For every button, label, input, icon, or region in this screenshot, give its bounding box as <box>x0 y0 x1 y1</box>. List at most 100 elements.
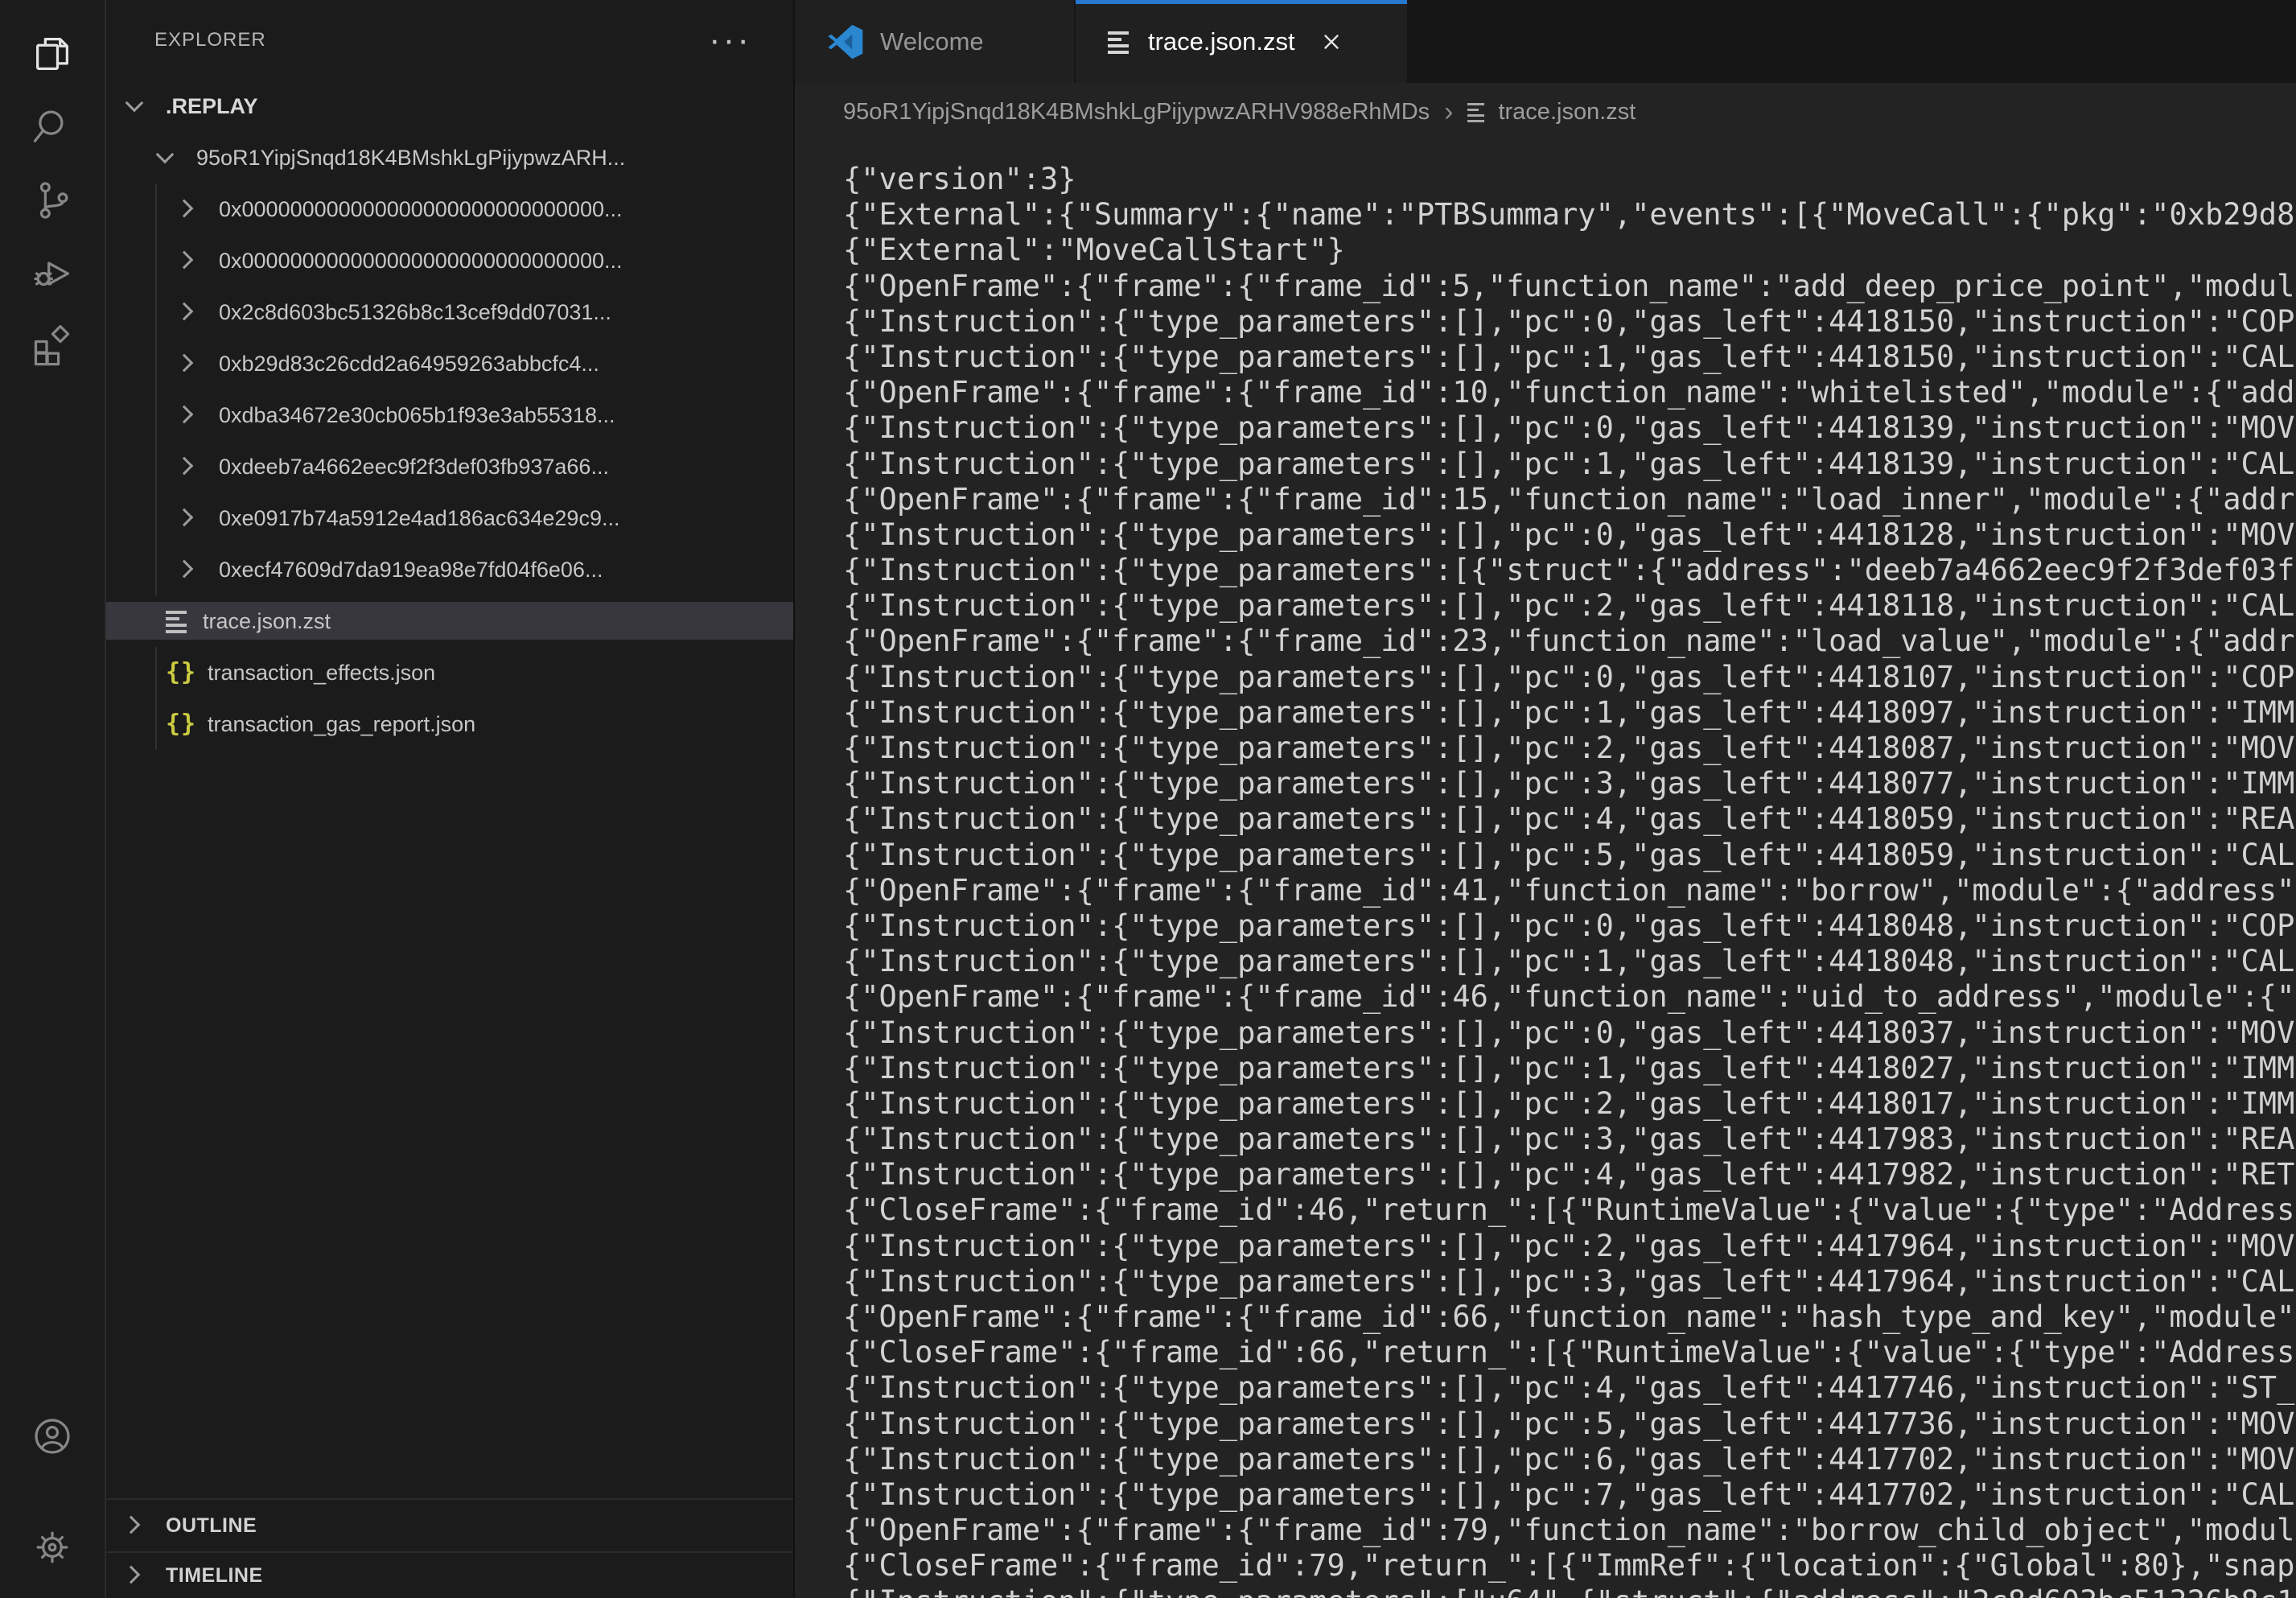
tab-welcome[interactable]: Welcome <box>795 0 1074 83</box>
editor-group: Welcome trace.json.zst 95oR1YipjSnqd18K4… <box>793 0 2296 1598</box>
code-line: {"External":"MoveCallStart"} <box>843 233 2296 268</box>
tab-trace-json-zst[interactable]: trace.json.zst <box>1076 0 1407 83</box>
tree-item-label: 0xecf47609d7da919ea98e7fd04f6e06... <box>219 558 603 583</box>
extensions-button[interactable] <box>29 325 76 372</box>
code-editor[interactable]: {"version":3}{"External":{"Summary":{"na… <box>795 141 2296 1598</box>
json-icon: {} <box>166 711 195 737</box>
tree-item-label: 95oR1YipjSnqd18K4BMshkLgPijypwzARH... <box>196 146 625 171</box>
code-line: {"Instruction":{"type_parameters":[],"pc… <box>843 1406 2296 1442</box>
breadcrumb-separator-icon: › <box>1444 97 1453 128</box>
files-icon <box>31 32 74 80</box>
tree-item-label: 0x000000000000000000000000000000... <box>219 197 623 222</box>
code-line: {"Instruction":{"type_parameters":[],"pc… <box>843 588 2296 624</box>
search-button[interactable] <box>29 105 76 152</box>
file-lines-icon <box>1467 101 1487 122</box>
tree-row[interactable]: {} transaction_effects.json <box>106 647 793 698</box>
timeline-section-header[interactable]: TIMELINE <box>106 1551 793 1598</box>
gear-icon <box>31 1526 74 1573</box>
tree-item-label: transaction_effects.json <box>208 661 435 686</box>
tree-row[interactable]: 0xdeeb7a4662eec9f2f3def03fb937a66... <box>106 441 793 492</box>
tree-row[interactable]: 0xe0917b74a5912e4ad186ac634e29c9... <box>106 492 793 544</box>
tree-row[interactable]: {} transaction_gas_report.json <box>106 698 793 750</box>
tree-row[interactable]: 0x000000000000000000000000000000... <box>106 235 793 286</box>
file-tree: .REPLAY 95oR1YipjSnqd18K4BMshkLgPijypwzA… <box>106 80 793 750</box>
explorer-sidebar: EXPLORER ··· .REPLAY 95oR1YipjSnqd18K4BM… <box>106 0 793 1598</box>
code-line: {"Instruction":{"type_parameters":[],"pc… <box>843 1051 2296 1086</box>
json-icon: {} <box>166 660 195 686</box>
code-line: {"OpenFrame":{"frame":{"frame_id":5,"fun… <box>843 269 2296 304</box>
tree-row[interactable]: .REPLAY <box>106 80 793 132</box>
code-line: {"Instruction":{"type_parameters":[],"pc… <box>843 908 2296 944</box>
code-line: {"Instruction":{"type_parameters":[],"pc… <box>843 1264 2296 1299</box>
chevron-icon <box>177 302 198 323</box>
extensions-icon <box>31 325 74 373</box>
source-control-icon <box>31 179 74 226</box>
code-line: {"CloseFrame":{"frame_id":46,"return_":[… <box>843 1192 2296 1228</box>
code-line: {"Instruction":{"type_parameters":[],"pc… <box>843 731 2296 766</box>
tree-row[interactable]: 0xecf47609d7da919ea98e7fd04f6e06... <box>106 544 793 595</box>
code-line: {"Instruction":{"type_parameters":[],"pc… <box>843 1370 2296 1406</box>
tree-item-label: 0x000000000000000000000000000000... <box>219 249 623 274</box>
code-line: {"Instruction":{"type_parameters":[],"pc… <box>843 695 2296 731</box>
explorer-title: EXPLORER <box>154 29 266 51</box>
code-line: {"OpenFrame":{"frame":{"frame_id":41,"fu… <box>843 873 2296 908</box>
debug-icon <box>31 252 74 299</box>
breadcrumb-folder[interactable]: 95oR1YipjSnqd18K4BMshkLgPijypwzARHV988eR… <box>843 99 1430 126</box>
tree-row[interactable]: 0xb29d83c26cdd2a64959263abbcfc4... <box>106 338 793 389</box>
source-control-button[interactable] <box>29 179 76 225</box>
code-line: {"Instruction":{"type_parameters":[],"pc… <box>843 660 2296 695</box>
tree-row[interactable]: 0xdba34672e30cb065b1f93e3ab55318... <box>106 389 793 441</box>
code-line: {"Instruction":{"type_parameters":[],"pc… <box>843 1442 2296 1477</box>
tree-item-label: 0xdeeb7a4662eec9f2f3def03fb937a66... <box>219 455 609 480</box>
code-line: {"Instruction":{"type_parameters":[],"pc… <box>843 1122 2296 1157</box>
breadcrumb: 95oR1YipjSnqd18K4BMshkLgPijypwzARHV988eR… <box>795 83 2296 141</box>
tab-strip: Welcome trace.json.zst <box>795 0 2296 83</box>
search-icon <box>31 105 74 153</box>
code-line: {"Instruction":{"type_parameters":[],"pc… <box>843 447 2296 482</box>
activity-bar <box>0 0 106 1598</box>
code-line: {"Instruction":{"type_parameters":[],"pc… <box>843 766 2296 801</box>
chevron-right-icon <box>124 1515 145 1536</box>
accounts-button[interactable] <box>29 1415 76 1461</box>
code-line: {"Instruction":{"type_parameters":[],"pc… <box>843 517 2296 553</box>
chevron-icon <box>177 405 198 426</box>
explorer-button[interactable] <box>29 32 76 79</box>
activity-bar-top <box>29 0 76 398</box>
code-line: {"Instruction":{"type_parameters":[],"pc… <box>843 304 2296 340</box>
chevron-icon <box>177 250 198 271</box>
code-line: {"OpenFrame":{"frame":{"frame_id":23,"fu… <box>843 624 2296 659</box>
code-line: {"Instruction":{"type_parameters":["u64"… <box>843 1584 2296 1598</box>
vscode-window: EXPLORER ··· .REPLAY 95oR1YipjSnqd18K4BM… <box>0 0 2296 1598</box>
tree-item-label: transaction_gas_report.json <box>208 712 475 737</box>
outline-section-header[interactable]: OUTLINE <box>106 1498 793 1551</box>
code-line: {"OpenFrame":{"frame":{"frame_id":66,"fu… <box>843 1299 2296 1335</box>
sidebar-sections: OUTLINE TIMELINE <box>106 1498 793 1598</box>
breadcrumb-file[interactable]: trace.json.zst <box>1498 99 1636 126</box>
chevron-icon <box>177 353 198 374</box>
code-line: {"Instruction":{"type_parameters":[],"pc… <box>843 838 2296 873</box>
tree-row[interactable]: 0x000000000000000000000000000000... <box>106 183 793 235</box>
tree-item-label: 0xb29d83c26cdd2a64959263abbcfc4... <box>219 352 599 377</box>
chevron-icon <box>177 199 198 220</box>
chevron-icon <box>177 456 198 477</box>
tab-trace-label: trace.json.zst <box>1148 27 1295 56</box>
code-line: {"OpenFrame":{"frame":{"frame_id":15,"fu… <box>843 482 2296 517</box>
code-line: {"Instruction":{"type_parameters":[],"pc… <box>843 1157 2296 1192</box>
code-line: {"OpenFrame":{"frame":{"frame_id":79,"fu… <box>843 1513 2296 1548</box>
tree-row[interactable]: 95oR1YipjSnqd18K4BMshkLgPijypwzARH... <box>106 132 793 183</box>
code-line: {"version":3} <box>843 162 2296 197</box>
tree-row[interactable]: trace.json.zst <box>106 595 793 647</box>
timeline-section-label: TIMELINE <box>166 1564 263 1588</box>
close-icon[interactable] <box>1318 28 1345 56</box>
run-and-debug-button[interactable] <box>29 252 76 299</box>
chevron-icon <box>124 96 145 117</box>
explorer-header: EXPLORER ··· <box>106 0 793 80</box>
tree-item-label: 0xdba34672e30cb065b1f93e3ab55318... <box>219 403 615 428</box>
vscode-logo-icon <box>827 23 864 60</box>
settings-button[interactable] <box>29 1526 76 1572</box>
tab-welcome-label: Welcome <box>880 27 984 56</box>
code-line: {"CloseFrame":{"frame_id":66,"return_":[… <box>843 1335 2296 1370</box>
more-actions-icon[interactable]: ··· <box>709 32 751 48</box>
outline-section-label: OUTLINE <box>166 1514 257 1538</box>
tree-row[interactable]: 0x2c8d603bc51326b8c13cef9dd07031... <box>106 286 793 338</box>
